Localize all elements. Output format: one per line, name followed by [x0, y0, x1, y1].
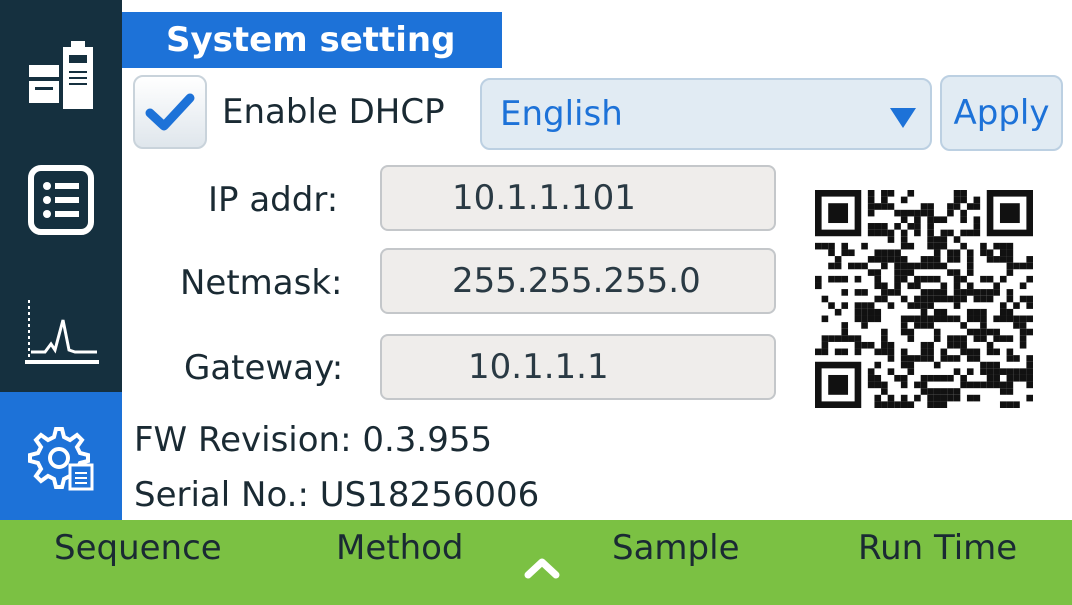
dhcp-label: Enable DHCP: [222, 92, 445, 132]
language-value: English: [500, 94, 623, 134]
list-icon: [28, 165, 94, 235]
settings-icon: [28, 427, 94, 491]
gateway-field[interactable]: 10.1.1.1: [380, 334, 776, 400]
instrument-icon: [29, 41, 93, 109]
page-title: System setting: [122, 12, 502, 68]
language-dropdown[interactable]: English: [480, 78, 932, 150]
tab-sequence[interactable]: Sequence: [54, 528, 222, 568]
dhcp-checkbox[interactable]: [133, 75, 207, 149]
ip-label: IP addr:: [208, 180, 339, 220]
serial-number: Serial No.: US18256006: [134, 475, 540, 515]
sidebar-item-list[interactable]: [0, 140, 122, 260]
qr-code-icon: [815, 190, 1033, 408]
tab-method[interactable]: Method: [336, 528, 464, 568]
dropdown-arrow-icon: [890, 108, 916, 128]
sidebar-item-chromatogram[interactable]: [0, 270, 122, 390]
netmask-field[interactable]: 255.255.255.0: [380, 248, 776, 314]
fw-revision: FW Revision: 0.3.955: [134, 420, 493, 460]
gateway-label: Gateway:: [184, 348, 344, 388]
netmask-label: Netmask:: [180, 263, 343, 303]
tab-run-time[interactable]: Run Time: [858, 528, 1017, 568]
sidebar: [0, 0, 122, 520]
apply-button[interactable]: Apply: [940, 75, 1063, 151]
ip-field[interactable]: 10.1.1.101: [380, 165, 776, 231]
chevron-up-icon[interactable]: [522, 555, 562, 581]
sidebar-item-instrument[interactable]: [0, 18, 122, 128]
checkmark-icon: [145, 93, 195, 131]
sidebar-item-settings[interactable]: [0, 392, 122, 520]
tab-sample[interactable]: Sample: [612, 528, 739, 568]
chromatogram-icon: [25, 300, 99, 364]
